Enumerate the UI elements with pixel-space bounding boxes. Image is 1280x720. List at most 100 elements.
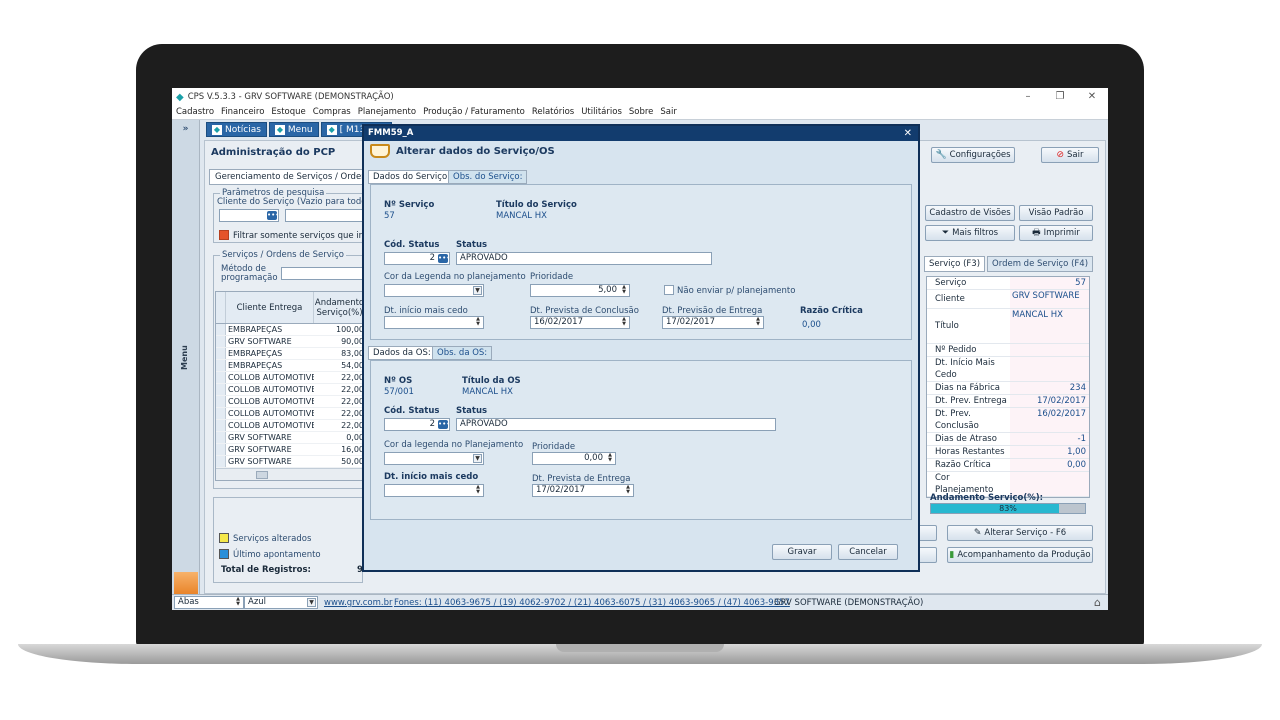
dropdown-icon[interactable]: ▼: [473, 286, 482, 295]
cancel-button[interactable]: Cancelar: [838, 544, 898, 560]
os-start-input[interactable]: ▲ ▼: [384, 484, 484, 497]
change-service-button[interactable]: ✎ Alterar Serviço - F6: [947, 525, 1093, 541]
menu-planejamento[interactable]: Planejamento: [358, 106, 416, 119]
table-row[interactable]: EMBRAPEÇAS 100,00: [216, 324, 366, 336]
phones-link[interactable]: Fones: (11) 4063-9675 / (19) 4062-9702 /…: [394, 598, 790, 608]
menu-producao[interactable]: Produção / Faturamento: [423, 106, 525, 119]
cell-progress: 50,00: [341, 457, 364, 466]
legend-color-select[interactable]: ▼: [384, 284, 484, 297]
table-row[interactable]: GRV SOFTWARE 90,00: [216, 336, 366, 348]
grid-hscrollbar[interactable]: [216, 468, 366, 480]
menu-relatorios[interactable]: Relatórios: [532, 106, 574, 119]
delivery-date-input[interactable]: 17/02/2017 ▲ ▼: [662, 316, 764, 329]
expand-menu-icon[interactable]: »: [172, 124, 199, 134]
dropdown-icon[interactable]: ▼: [473, 454, 482, 463]
col-header-progress[interactable]: Andamento Serviço(%): [314, 292, 366, 323]
default-view-button[interactable]: Visão Padrão: [1019, 205, 1093, 221]
menu-cadastro[interactable]: Cadastro: [176, 106, 214, 119]
table-row[interactable]: COLLOB AUTOMOTIVE 22,00: [216, 420, 366, 432]
cell-client: GRV SOFTWARE: [228, 337, 292, 346]
more-filters-button[interactable]: ⏷ Mais filtros: [925, 225, 1015, 241]
table-row[interactable]: COLLOB AUTOMOTIVE 22,00: [216, 384, 366, 396]
minimize-icon[interactable]: –: [1012, 88, 1044, 106]
close-icon[interactable]: ✕: [1076, 88, 1108, 106]
site-link[interactable]: www.grv.com.br: [324, 598, 393, 608]
col-header-client[interactable]: Cliente Entrega: [226, 292, 314, 323]
cell-client: COLLOB AUTOMOTIVE: [228, 409, 314, 418]
menu-compras[interactable]: Compras: [313, 106, 351, 119]
spinner-icon[interactable]: ▲ ▼: [606, 453, 614, 464]
funnel-icon: ⏷: [941, 228, 950, 238]
no-planning-checkbox[interactable]: [664, 285, 674, 295]
tab-menu[interactable]: ◆ Menu: [268, 122, 319, 137]
menu-sair[interactable]: Sair: [660, 106, 676, 119]
tabs-mode-select[interactable]: Abas ▲ ▼: [174, 596, 244, 609]
status-lookup-icon[interactable]: •••: [438, 254, 449, 263]
tab-service-f3[interactable]: Serviço (F3): [924, 256, 986, 272]
dialog-close-icon[interactable]: ✕: [904, 126, 912, 141]
table-row[interactable]: COLLOB AUTOMOTIVE 22,00: [216, 408, 366, 420]
print-button[interactable]: 🖶 Imprimir: [1019, 225, 1093, 241]
save-button[interactable]: Gravar: [772, 544, 832, 560]
client-name-input[interactable]: [285, 209, 365, 222]
config-button[interactable]: 🔧 Configurações: [931, 147, 1015, 163]
conclusion-date-input[interactable]: 16/02/2017 ▲ ▼: [530, 316, 630, 329]
spinner-icon[interactable]: ▲ ▼: [474, 317, 482, 328]
table-row[interactable]: COLLOB AUTOMOTIVE 22,00: [216, 372, 366, 384]
start-date-input[interactable]: ▲ ▼: [384, 316, 484, 329]
menu-financeiro[interactable]: Financeiro: [221, 106, 264, 119]
dropdown-icon[interactable]: ▼: [307, 598, 316, 607]
os-status-code-input[interactable]: 2 •••: [384, 418, 450, 431]
tab-os-data[interactable]: Dados da OS:: [368, 346, 436, 360]
priority-input[interactable]: 5,00 ▲ ▼: [530, 284, 630, 297]
cell-progress: 22,00: [341, 385, 364, 394]
spinner-icon[interactable]: ▲ ▼: [624, 485, 632, 496]
table-row[interactable]: COLLOB AUTOMOTIVE 22,00: [216, 396, 366, 408]
no-entry-icon: ⊘: [1056, 150, 1065, 160]
scroll-thumb[interactable]: [256, 471, 268, 479]
theme-select[interactable]: Azul ▼: [244, 596, 318, 609]
tab-os-obs[interactable]: Obs. da OS:: [432, 346, 493, 360]
progress-text: 83%: [999, 504, 1017, 513]
os-delivery-input[interactable]: 17/02/2017 ▲ ▼: [532, 484, 634, 497]
subtab-management[interactable]: Gerenciamento de Serviços / Ordens d: [209, 169, 386, 185]
detail-key: Dt. Prev. Conclusão: [935, 409, 979, 431]
side-menu-label[interactable]: Menu: [180, 345, 189, 370]
filter-checkbox[interactable]: [219, 230, 229, 240]
home-icon[interactable]: ⌂: [1094, 596, 1101, 609]
os-legend-select[interactable]: ▼: [384, 452, 484, 465]
table-row[interactable]: GRV SOFTWARE 50,00: [216, 456, 366, 468]
spinner-icon[interactable]: ▲ ▼: [474, 485, 482, 496]
spinner-icon[interactable]: ▲ ▼: [620, 285, 628, 296]
tab-service-obs[interactable]: Obs. do Serviço:: [448, 170, 528, 184]
os-status-lookup-icon[interactable]: •••: [438, 420, 449, 429]
production-button[interactable]: ▮ Acompanhamento da Produção: [947, 547, 1093, 563]
table-row[interactable]: GRV SOFTWARE 16,00: [216, 444, 366, 456]
menu-sobre[interactable]: Sobre: [629, 106, 654, 119]
spinner-icon[interactable]: ▲ ▼: [620, 317, 628, 328]
tab-order-f4[interactable]: Ordem de Serviço (F4): [987, 256, 1094, 272]
table-row[interactable]: GRV SOFTWARE 0,00: [216, 432, 366, 444]
lookup-icon[interactable]: •••: [267, 211, 278, 220]
status-input[interactable]: APROVADO: [456, 252, 712, 265]
spinner-icon[interactable]: ▲ ▼: [754, 317, 762, 328]
os-priority-input[interactable]: 0,00 ▲ ▼: [532, 452, 616, 465]
service-title-label: Título do Serviço: [496, 200, 577, 210]
client-code-input[interactable]: •••: [219, 209, 279, 222]
exit-button[interactable]: ⊘ Sair: [1041, 147, 1099, 163]
service-no-label: Nº Serviço: [384, 200, 435, 210]
status-code-input[interactable]: 2 •••: [384, 252, 450, 265]
tab-service-data[interactable]: Dados do Serviço:: [368, 170, 456, 184]
print-button-label: Imprimir: [1043, 228, 1080, 238]
change-service-label: Alterar Serviço - F6: [984, 528, 1067, 538]
views-button[interactable]: Cadastro de Visões: [925, 205, 1015, 221]
spinner-icon[interactable]: ▲ ▼: [234, 597, 242, 608]
method-select[interactable]: [281, 267, 365, 280]
menu-utilitarios[interactable]: Utilitários: [581, 106, 622, 119]
menu-estoque[interactable]: Estoque: [271, 106, 305, 119]
restore-icon[interactable]: ❐: [1044, 88, 1076, 106]
table-row[interactable]: EMBRAPEÇAS 54,00: [216, 360, 366, 372]
os-status-input[interactable]: APROVADO: [456, 418, 776, 431]
tab-noticias[interactable]: ◆ Notícias: [206, 122, 267, 137]
table-row[interactable]: EMBRAPEÇAS 83,00: [216, 348, 366, 360]
